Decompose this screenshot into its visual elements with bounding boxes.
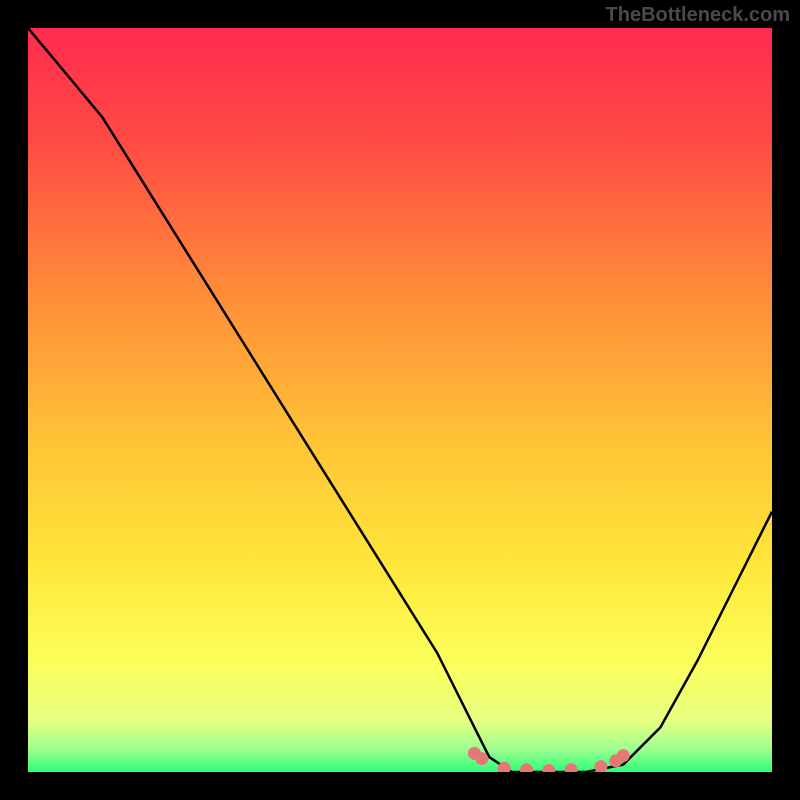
chart-container (28, 28, 772, 772)
chart-svg (28, 28, 772, 772)
watermark-label: TheBottleneck.com (606, 4, 790, 27)
highlight-dot (475, 752, 488, 765)
chart-background (28, 28, 772, 772)
highlight-dot (617, 749, 630, 762)
